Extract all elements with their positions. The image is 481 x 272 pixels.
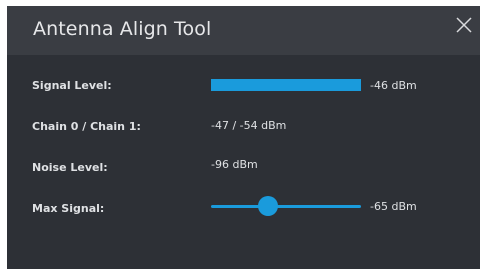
max-signal-slider-thumb[interactable]	[258, 196, 278, 216]
noise-level-label: Noise Level:	[32, 161, 108, 174]
dialog-title: Antenna Align Tool	[33, 18, 212, 40]
max-signal-value: -65 dBm	[370, 200, 417, 213]
signal-level-bar	[211, 79, 361, 91]
max-signal-label: Max Signal:	[32, 202, 105, 215]
antenna-align-dialog: Antenna Align Tool Signal Level: -46 dBm…	[7, 6, 480, 269]
dialog-titlebar: Antenna Align Tool	[7, 6, 480, 55]
chain-value: -47 / -54 dBm	[211, 119, 287, 132]
noise-level-value: -96 dBm	[211, 158, 258, 171]
signal-level-value: -46 dBm	[370, 79, 417, 92]
max-signal-slider-track[interactable]	[211, 205, 361, 208]
close-icon[interactable]	[455, 16, 473, 34]
chain-label: Chain 0 / Chain 1:	[32, 120, 141, 133]
signal-level-label: Signal Level:	[32, 79, 112, 92]
